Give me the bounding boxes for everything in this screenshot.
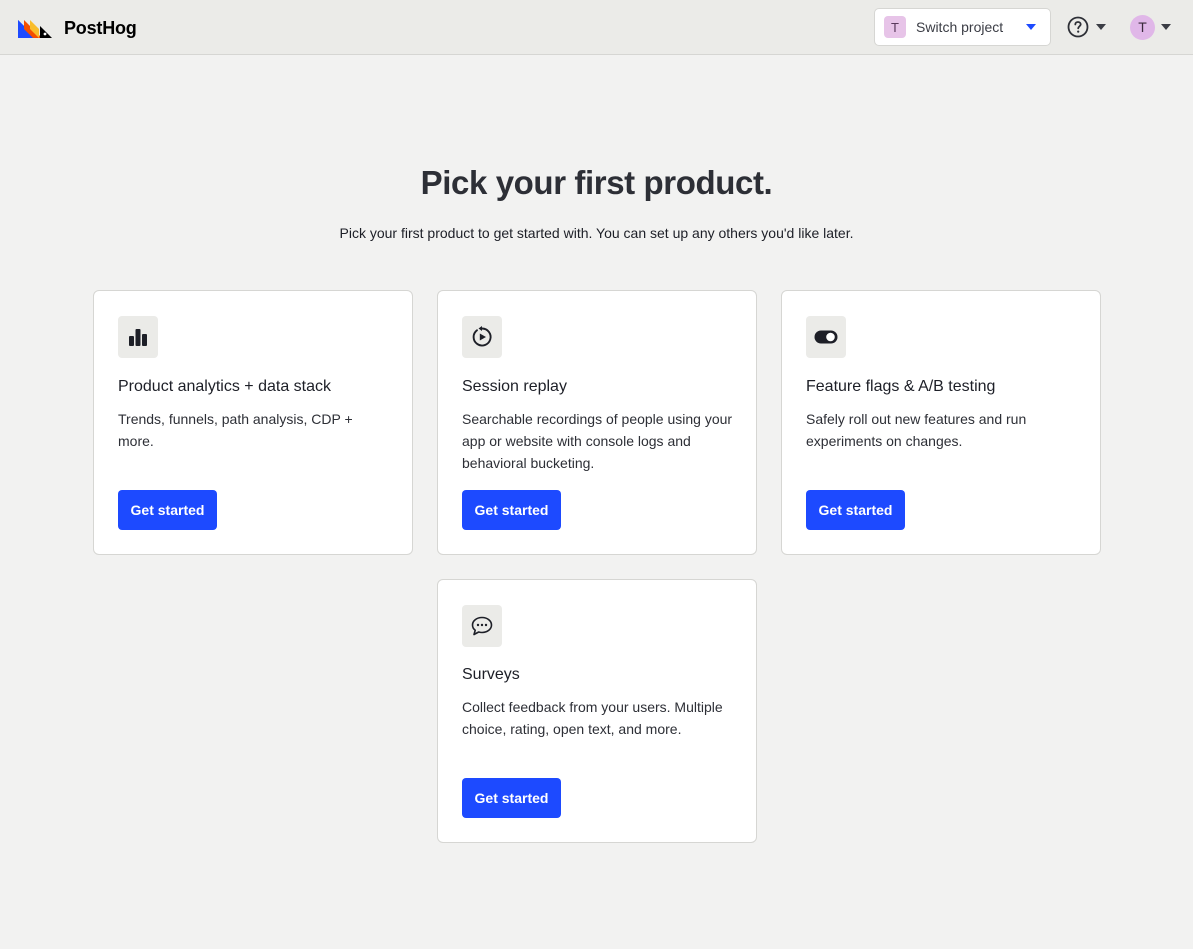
switch-project-label: Switch project xyxy=(916,19,1004,35)
product-title: Session replay xyxy=(462,378,567,395)
product-title: Product analytics + data stack xyxy=(118,378,331,395)
get-started-button[interactable]: Get started xyxy=(462,490,561,530)
get-started-button[interactable]: Get started xyxy=(118,490,217,530)
switch-project-button[interactable]: T Switch project xyxy=(874,8,1051,46)
bar-chart-icon xyxy=(118,316,158,358)
get-started-button[interactable]: Get started xyxy=(806,490,905,530)
page-subtitle: Pick your first product to get started w… xyxy=(339,225,854,241)
question-circle-icon xyxy=(1067,16,1089,38)
product-description: Trends, funnels, path analysis, CDP + mo… xyxy=(118,411,353,449)
posthog-logo[interactable]: PostHog xyxy=(18,16,137,40)
chat-bubble-icon xyxy=(462,605,502,647)
product-description: Safely roll out new features and run exp… xyxy=(806,411,1027,449)
chevron-down-icon xyxy=(1096,24,1106,30)
product-title: Surveys xyxy=(462,666,520,683)
product-card-feature-flags: Feature flags & A/B testing Safely roll … xyxy=(781,290,1101,555)
project-avatar: T xyxy=(884,16,906,38)
brand-name: PostHog xyxy=(64,17,137,38)
product-card-surveys: Surveys Collect feedback from your users… xyxy=(437,579,757,843)
toggle-icon xyxy=(806,316,846,358)
replay-icon xyxy=(462,316,502,358)
help-menu-button[interactable] xyxy=(1066,15,1106,39)
hedgehog-logo-icon xyxy=(18,20,52,38)
product-card-session-replay: Session replay Searchable recordings of … xyxy=(437,290,757,555)
product-description: Searchable recordings of people using yo… xyxy=(462,411,733,471)
user-menu-button[interactable]: T xyxy=(1130,14,1171,40)
product-title: Feature flags & A/B testing xyxy=(806,378,996,395)
page-title: Pick your first product. xyxy=(420,164,773,201)
chevron-down-icon xyxy=(1026,24,1036,30)
user-avatar: T xyxy=(1130,14,1155,40)
product-card-analytics: Product analytics + data stack Trends, f… xyxy=(93,290,413,555)
chevron-down-icon xyxy=(1161,24,1171,30)
get-started-button[interactable]: Get started xyxy=(462,778,561,818)
product-description: Collect feedback from your users. Multip… xyxy=(462,699,723,737)
top-bar: PostHog T Switch project T xyxy=(0,0,1193,55)
